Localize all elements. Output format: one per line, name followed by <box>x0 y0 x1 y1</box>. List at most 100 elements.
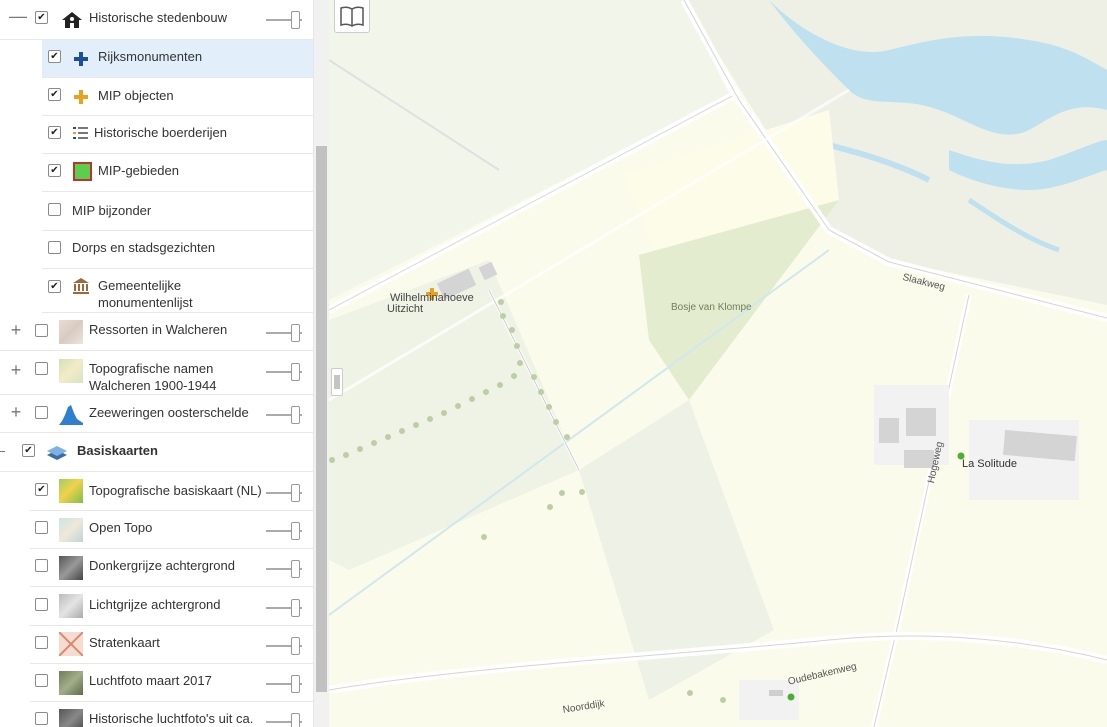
map-view[interactable]: Wilhelminahoeve Uitzicht Bosje van Klomp… <box>329 0 1107 727</box>
grip-icon <box>334 375 340 389</box>
map-label-la-solitude: La Solitude <box>962 458 1018 470</box>
layer-label-line-2: monumentenlijst <box>98 295 193 310</box>
layer-row-topografische-namen: + Topografische namen Walcheren 1900-194… <box>0 351 313 395</box>
sublayer-row-historische-boerderijen[interactable]: ✔ Historische boerderijen › <box>42 116 313 154</box>
layer-row-historische-stedenbouw: — ✔ Historische stedenbouw <box>0 0 313 40</box>
slider-handle[interactable] <box>291 637 300 655</box>
opacity-slider[interactable] <box>266 713 302 727</box>
cross-icon <box>74 52 88 66</box>
slider-handle[interactable] <box>291 560 300 578</box>
layer-list-panel: — ✔ Historische stedenbouw ✔ Rijksmonume… <box>0 0 313 727</box>
legend-book-button[interactable] <box>334 0 370 33</box>
expand-toggle[interactable]: + <box>9 320 23 341</box>
basemap-row-open-topo: Open Topo <box>30 511 313 549</box>
layer-label: MIP-gebieden <box>98 163 179 178</box>
layer-checkbox[interactable] <box>35 406 48 419</box>
slider-handle[interactable] <box>291 675 300 693</box>
layer-checkbox[interactable] <box>35 636 48 649</box>
slider-handle[interactable] <box>291 324 300 342</box>
street-map-thumbnail-icon <box>59 632 83 656</box>
layer-checkbox[interactable]: ✔ <box>48 126 61 139</box>
map-canvas <box>329 0 1107 727</box>
map-thumbnail-icon <box>59 479 83 503</box>
sublayer-row-mip-objecten[interactable]: ✔ MIP objecten › <box>42 78 313 116</box>
layer-label: Open Topo <box>89 520 153 535</box>
opacity-slider[interactable] <box>266 363 302 381</box>
layer-checkbox[interactable] <box>35 712 48 725</box>
opacity-slider[interactable] <box>266 522 302 540</box>
layer-checkbox[interactable] <box>35 598 48 611</box>
layer-row-ressorten: + Ressorten in Walcheren <box>0 313 313 351</box>
layer-row-zeeweringen: + Zeeweringen oosterschelde <box>0 395 313 433</box>
group-row-basiskaarten: ✔ Basiskaarten <box>0 433 313 472</box>
green-area-swatch-icon <box>73 162 92 181</box>
sublayer-row-gemeentelijke-monumentenlijst[interactable]: ✔ Gemeentelijke monumentenlijst › <box>42 269 313 313</box>
slider-handle[interactable] <box>291 522 300 540</box>
opacity-slider[interactable] <box>266 406 302 424</box>
basemap-row-lichtgrijze: Lichtgrijze achtergrond <box>30 587 313 626</box>
slider-handle[interactable] <box>291 713 300 727</box>
map-label-uitzicht: Uitzicht <box>387 303 424 315</box>
opacity-slider[interactable] <box>266 599 302 617</box>
layer-checkbox[interactable]: ✔ <box>48 164 61 177</box>
collapse-toggle[interactable]: — <box>9 6 27 27</box>
layers-stack-icon <box>47 446 67 460</box>
slider-handle[interactable] <box>291 599 300 617</box>
layer-checkbox[interactable]: ✔ <box>48 88 61 101</box>
list-legend-icon <box>73 127 88 139</box>
basemap-row-luchtfoto: Luchtfoto maart 2017 <box>30 664 313 702</box>
opacity-slider[interactable] <box>266 637 302 655</box>
layer-checkbox[interactable] <box>48 241 61 254</box>
layer-checkbox[interactable]: ✔ <box>35 11 48 24</box>
tree-connector <box>0 451 5 452</box>
layer-checkbox[interactable] <box>35 674 48 687</box>
layer-checkbox[interactable] <box>35 324 48 337</box>
opacity-slider[interactable] <box>266 11 302 29</box>
layer-label: Historische luchtfoto's uit ca. <box>89 711 254 726</box>
layer-label: Rijksmonumenten <box>98 49 203 64</box>
layer-checkbox[interactable] <box>35 362 48 375</box>
layer-checkbox[interactable]: ✔ <box>48 50 61 63</box>
layer-checkbox[interactable]: ✔ <box>22 444 35 457</box>
group-label: Basiskaarten <box>77 443 158 458</box>
map-label-bosje-van-klompe: Bosje van Klompe <box>671 302 752 313</box>
slider-handle[interactable] <box>291 406 300 424</box>
opacity-slider[interactable] <box>266 675 302 693</box>
scrollbar-thumb[interactable] <box>316 146 327 692</box>
opacity-slider[interactable] <box>266 560 302 578</box>
sublayer-row-rijksmonumenten[interactable]: ✔ Rijksmonumenten › <box>42 40 313 78</box>
basemap-row-stratenkaart: Stratenkaart <box>30 626 313 664</box>
layer-checkbox[interactable]: ✔ <box>35 483 48 496</box>
layer-label: MIP objecten <box>98 88 174 103</box>
layer-checkbox[interactable] <box>35 521 48 534</box>
layer-label: Lichtgrijze achtergrond <box>89 597 221 612</box>
layer-label: Donkergrijze achtergrond <box>89 558 235 573</box>
layer-checkbox[interactable] <box>35 559 48 572</box>
layer-label: Topografische basiskaart (NL) <box>89 483 262 498</box>
layer-label: Stratenkaart <box>89 635 160 650</box>
sublayer-row-mip-bijzonder[interactable]: MIP bijzonder › <box>42 192 313 231</box>
layer-label: Ressorten in Walcheren <box>89 322 228 337</box>
wave-chart-icon <box>59 405 83 425</box>
slider-handle[interactable] <box>291 484 300 502</box>
opacity-slider[interactable] <box>266 484 302 502</box>
panel-scrollbar[interactable] <box>313 0 329 727</box>
basemap-row-topografische-basiskaart: ✔ Topografische basiskaart (NL) <box>30 472 313 511</box>
layer-label: Dorps en stadsgezichten <box>72 240 216 255</box>
expand-toggle[interactable]: + <box>9 402 23 423</box>
opacity-slider[interactable] <box>266 324 302 342</box>
layer-label-line-1: Topografische namen <box>89 361 214 376</box>
basemap-row-donkergrijze: Donkergrijze achtergrond <box>30 549 313 587</box>
sublayer-row-dorps-en-stadsgezichten[interactable]: Dorps en stadsgezichten › <box>42 231 313 269</box>
expand-toggle[interactable]: + <box>9 360 23 381</box>
sublayer-row-mip-gebieden[interactable]: ✔ MIP-gebieden › <box>42 154 313 192</box>
map-thumbnail-icon <box>59 671 83 695</box>
layer-label-line-1: Gemeentelijke <box>98 278 182 293</box>
slider-handle[interactable] <box>291 363 300 381</box>
layer-checkbox[interactable] <box>48 203 61 216</box>
monument-building-icon <box>73 278 89 294</box>
slider-handle[interactable] <box>291 11 300 29</box>
layer-label: Historische stedenbouw <box>89 10 228 25</box>
layer-checkbox[interactable]: ✔ <box>48 280 61 293</box>
panel-resize-handle[interactable] <box>331 368 343 396</box>
